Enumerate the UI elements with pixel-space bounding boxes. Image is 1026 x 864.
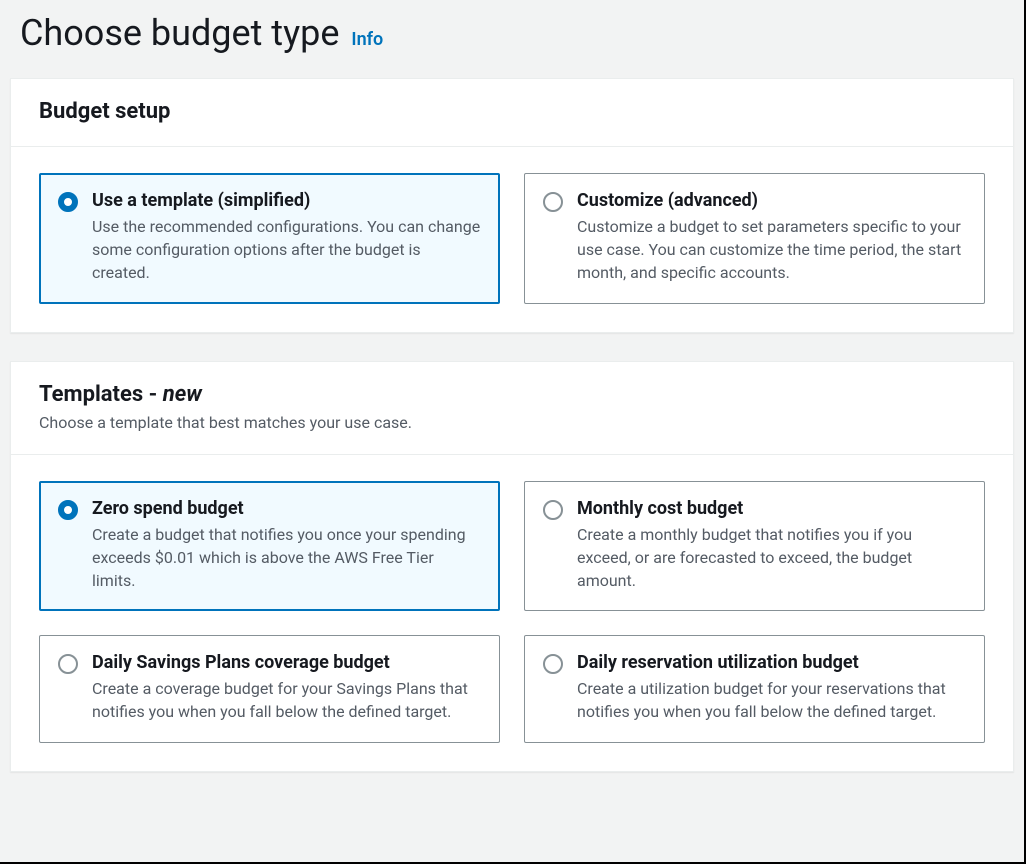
template-monthly-cost[interactable]: Monthly cost budget Create a monthly bud… <box>524 481 985 612</box>
option-desc: Create a monthly budget that notifies yo… <box>577 523 966 593</box>
option-desc: Use the recommended configurations. You … <box>92 215 481 285</box>
templates-options: Zero spend budget Create a budget that n… <box>39 481 985 743</box>
option-title: Zero spend budget <box>92 498 481 519</box>
radio-icon <box>58 500 78 520</box>
template-daily-reservation-utilization[interactable]: Daily reservation utilization budget Cre… <box>524 635 985 742</box>
templates-panel-title-prefix: Templates - <box>39 382 163 407</box>
option-title: Daily reservation utilization budget <box>577 652 966 673</box>
option-content: Daily reservation utilization budget Cre… <box>577 652 966 723</box>
budget-setup-panel: Budget setup Use a template (simplified)… <box>10 78 1014 333</box>
template-daily-savings-plans[interactable]: Daily Savings Plans coverage budget Crea… <box>39 635 500 742</box>
option-content: Daily Savings Plans coverage budget Crea… <box>92 652 481 723</box>
option-content: Monthly cost budget Create a monthly bud… <box>577 498 966 593</box>
option-desc: Create a utilization budget for your res… <box>577 677 966 723</box>
radio-icon <box>543 192 563 212</box>
option-title: Customize (advanced) <box>577 190 966 211</box>
radio-icon <box>543 500 563 520</box>
option-title: Monthly cost budget <box>577 498 966 519</box>
page-title: Choose budget type <box>20 12 339 54</box>
page-container: Choose budget type Info Budget setup Use… <box>0 0 1026 864</box>
radio-icon <box>543 654 563 674</box>
option-use-template[interactable]: Use a template (simplified) Use the reco… <box>39 173 500 304</box>
templates-panel-title-suffix: new <box>163 382 202 407</box>
info-link[interactable]: Info <box>351 29 383 50</box>
option-desc: Customize a budget to set parameters spe… <box>577 215 966 285</box>
option-title: Daily Savings Plans coverage budget <box>92 652 481 673</box>
option-customize[interactable]: Customize (advanced) Customize a budget … <box>524 173 985 304</box>
budget-setup-options: Use a template (simplified) Use the reco… <box>39 173 985 304</box>
option-desc: Create a budget that notifies you once y… <box>92 523 481 593</box>
option-content: Customize (advanced) Customize a budget … <box>577 190 966 285</box>
templates-panel-header: Templates - new Choose a template that b… <box>11 362 1013 455</box>
radio-icon <box>58 192 78 212</box>
option-content: Use a template (simplified) Use the reco… <box>92 190 481 285</box>
budget-setup-panel-header: Budget setup <box>11 79 1013 147</box>
option-content: Zero spend budget Create a budget that n… <box>92 498 481 593</box>
templates-panel-body: Zero spend budget Create a budget that n… <box>11 455 1013 771</box>
option-desc: Create a coverage budget for your Saving… <box>92 677 481 723</box>
templates-panel-title-row: Templates - new <box>39 382 985 407</box>
radio-icon <box>58 654 78 674</box>
option-title: Use a template (simplified) <box>92 190 481 211</box>
budget-setup-panel-title: Budget setup <box>39 99 170 124</box>
template-zero-spend[interactable]: Zero spend budget Create a budget that n… <box>39 481 500 612</box>
templates-panel: Templates - new Choose a template that b… <box>10 361 1014 772</box>
page-header: Choose budget type Info <box>0 0 1024 74</box>
templates-panel-subtitle: Choose a template that best matches your… <box>39 413 985 432</box>
budget-setup-panel-body: Use a template (simplified) Use the reco… <box>11 147 1013 332</box>
